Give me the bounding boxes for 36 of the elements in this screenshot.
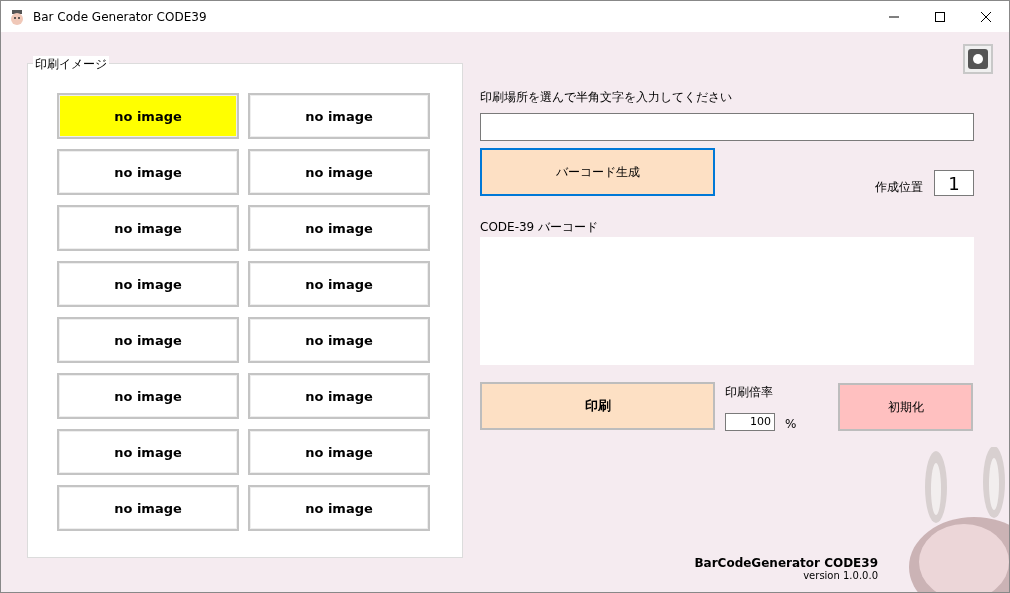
- maximize-icon: [935, 11, 945, 22]
- print-cell[interactable]: no image: [248, 261, 430, 307]
- print-cell[interactable]: no image: [57, 205, 239, 251]
- text-input[interactable]: [480, 113, 974, 141]
- print-cell[interactable]: no image: [248, 149, 430, 195]
- print-cell[interactable]: no image: [248, 317, 430, 363]
- position-field[interactable]: 1: [934, 170, 974, 196]
- print-cell[interactable]: no image: [57, 485, 239, 531]
- window-title: Bar Code Generator CODE39: [33, 9, 208, 24]
- print-cell[interactable]: no image: [248, 429, 430, 475]
- print-cell[interactable]: no image: [57, 317, 239, 363]
- print-button[interactable]: 印刷: [480, 382, 715, 430]
- close-icon: [981, 11, 991, 22]
- print-cell[interactable]: no image: [248, 93, 430, 139]
- app-name: BarCodeGenerator CODE39: [694, 556, 878, 570]
- print-cell[interactable]: no image: [57, 93, 239, 139]
- print-cell[interactable]: no image: [248, 485, 430, 531]
- print-cell[interactable]: no image: [57, 429, 239, 475]
- app-icon: [9, 8, 25, 25]
- print-cell[interactable]: no image: [57, 373, 239, 419]
- input-label: 印刷場所を選んで半角文字を入力してください: [480, 90, 733, 104]
- panel-title: 印刷イメージ: [33, 56, 109, 73]
- print-cell[interactable]: no image: [248, 373, 430, 419]
- print-cell[interactable]: no image: [57, 149, 239, 195]
- barcode-label: CODE-39 バーコード: [480, 220, 600, 234]
- position-label: 作成位置: [875, 180, 923, 194]
- reset-button[interactable]: 初期化: [838, 383, 973, 431]
- scale-label: 印刷倍率: [725, 385, 774, 399]
- scale-field[interactable]: 100: [725, 413, 775, 431]
- print-cell[interactable]: no image: [57, 261, 239, 307]
- percent-label: %: [785, 417, 797, 431]
- settings-button[interactable]: [963, 44, 993, 74]
- generate-button[interactable]: バーコード生成: [480, 148, 715, 196]
- version-text: version 1.0.0.0: [803, 570, 878, 582]
- print-cell[interactable]: no image: [248, 205, 430, 251]
- gear-icon: [968, 49, 988, 69]
